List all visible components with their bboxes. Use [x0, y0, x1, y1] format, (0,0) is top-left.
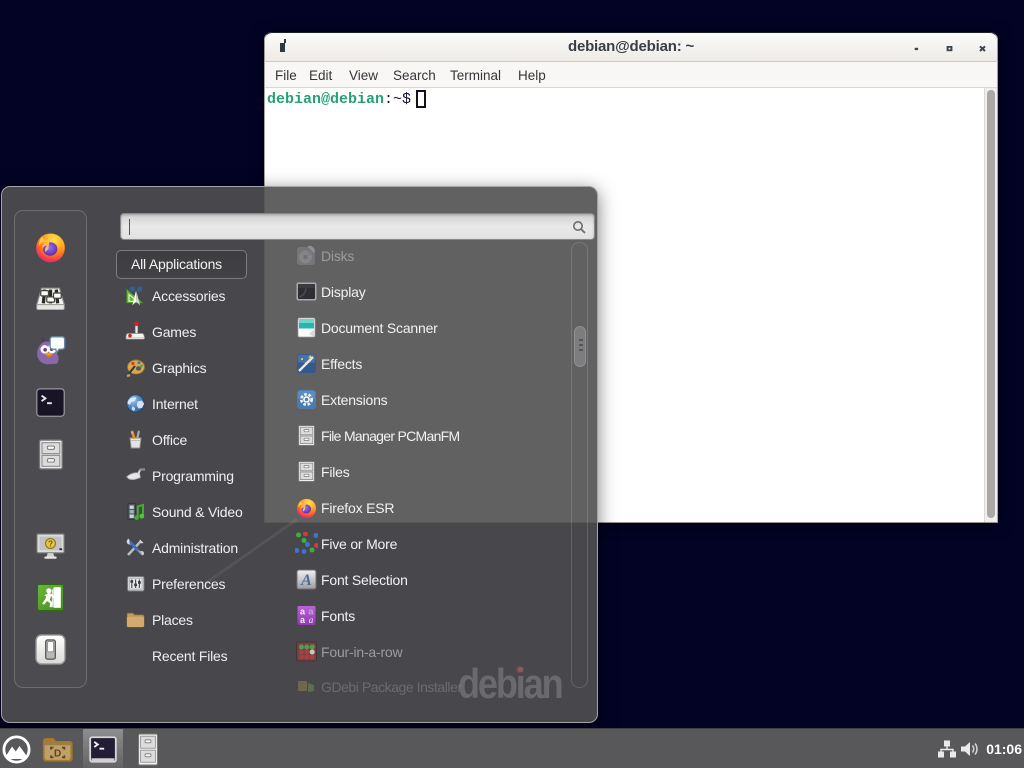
svg-text:a: a — [309, 615, 314, 625]
svg-text:A: A — [300, 572, 312, 589]
svg-text:D: D — [54, 749, 61, 760]
svg-text:?: ? — [48, 540, 53, 549]
